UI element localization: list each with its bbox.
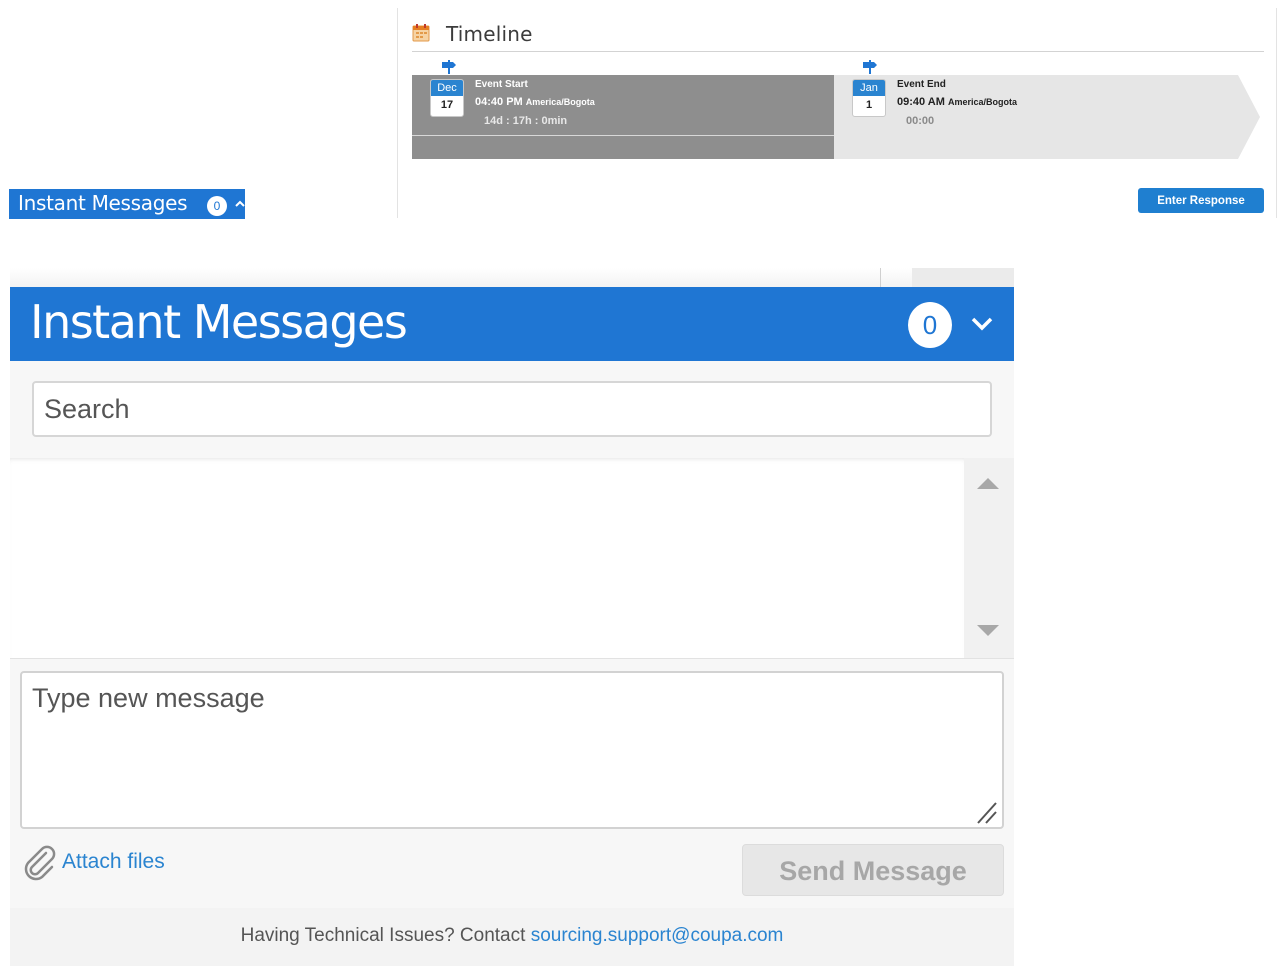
chevron-down-icon[interactable] [968, 311, 996, 335]
end-date-badge: Jan 1 [852, 79, 886, 117]
support-email-link[interactable]: sourcing.support@coupa.com [531, 925, 784, 946]
end-timezone: America/Bogota [947, 97, 1017, 107]
chat-unread-count-badge: 0 [908, 302, 952, 348]
panel-divider-right [1276, 8, 1277, 218]
start-time-value: 04:40 PM [475, 96, 523, 108]
flag-icon [442, 60, 456, 74]
background-edge [880, 268, 881, 288]
paperclip-icon [24, 845, 56, 881]
start-time: 04:40 PM America/Bogota [475, 96, 595, 108]
end-day: 1 [865, 99, 873, 111]
unread-count-badge: 0 [207, 196, 227, 216]
new-message-input[interactable] [20, 671, 1004, 829]
message-list [10, 458, 964, 658]
scroll-down-arrow-icon[interactable] [976, 624, 1000, 638]
timeline-bar: Dec 17 Event Start 04:40 PM America/Bogo… [412, 75, 1260, 159]
instant-messages-label: Instant Messages [18, 191, 188, 215]
end-countdown: 00:00 [906, 115, 935, 127]
chevron-up-icon[interactable] [233, 197, 247, 211]
flag-icon [863, 60, 877, 74]
instant-messages-collapsed-bar[interactable]: Instant Messages 0 [9, 189, 245, 219]
search-input[interactable] [32, 381, 992, 437]
support-text: Having Technical Issues? Contact [240, 925, 531, 946]
start-day: 17 [440, 99, 454, 111]
end-label: Event End [897, 79, 946, 90]
send-message-button[interactable]: Send Message [742, 844, 1004, 896]
end-month: Jan [853, 80, 885, 96]
start-countdown: 14d : 17h : 0min [484, 115, 568, 127]
timeline-header: Timeline [412, 20, 1264, 52]
timeline-title: Timeline [446, 22, 533, 46]
resize-grip-icon[interactable] [974, 799, 1000, 825]
panel-top-strip [10, 268, 1014, 288]
timeline-elapsed-segment: Dec 17 Event Start 04:40 PM America/Bogo… [412, 75, 834, 159]
message-list-scrollbar[interactable] [964, 458, 1014, 658]
chat-header: Instant Messages 0 [10, 287, 1014, 361]
compose-area: Attach files Send Message [10, 658, 1014, 908]
start-label: Event Start [475, 79, 528, 90]
end-time-value: 09:40 AM [897, 96, 945, 108]
timeline-divider [412, 135, 834, 136]
attach-files-label: Attach files [62, 850, 165, 873]
start-month: Dec [431, 80, 463, 96]
support-footer: Having Technical Issues? Contact sourcin… [10, 908, 1014, 966]
scroll-up-arrow-icon[interactable] [976, 476, 1000, 490]
start-date-badge: Dec 17 [430, 79, 464, 117]
enter-response-button[interactable]: Enter Response [1138, 188, 1264, 213]
calendar-icon [412, 24, 430, 42]
panel-divider-left [397, 8, 398, 218]
chat-title: Instant Messages [30, 295, 408, 349]
end-time: 09:40 AM America/Bogota [897, 96, 1017, 108]
start-timezone: America/Bogota [525, 97, 595, 107]
search-area [10, 361, 1014, 458]
background-block [912, 268, 1014, 288]
